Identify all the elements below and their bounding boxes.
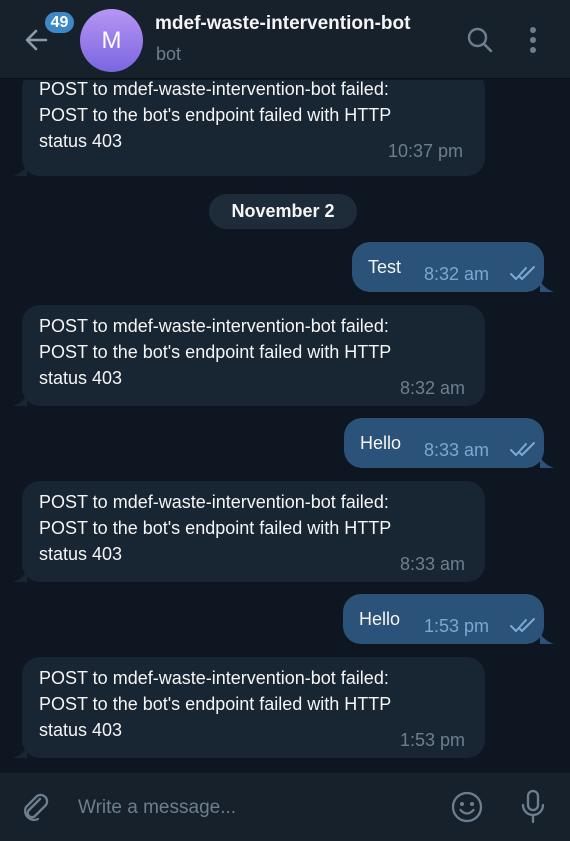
bubble-tail — [540, 280, 554, 292]
bubble-tail — [13, 164, 27, 176]
chat-subtitle: bot — [156, 44, 182, 64]
message-text: POST to mdef-waste-intervention-bot fail… — [39, 492, 392, 564]
message-time: 1:53 pm — [400, 730, 466, 750]
bubble-tail — [13, 394, 27, 406]
message-time: 8:33 am — [400, 554, 466, 574]
message-text: POST to mdef-waste-intervention-bot fail… — [39, 316, 392, 388]
outgoing-message[interactable]: Test 8:32 am — [352, 242, 544, 292]
emoji-icon — [451, 791, 483, 823]
message-text: Hello — [360, 433, 402, 453]
unread-count-badge: 49 — [43, 10, 76, 35]
bubble-tail — [540, 456, 554, 468]
message-input[interactable] — [78, 791, 438, 825]
outgoing-message[interactable]: Hello 8:33 am — [344, 418, 544, 468]
bubble-tail — [13, 746, 27, 758]
double-check-icon — [510, 266, 535, 280]
message-composer — [0, 773, 570, 841]
paperclip-icon — [24, 793, 49, 821]
double-check-icon — [510, 442, 535, 456]
message-time: 8:32 am — [424, 264, 490, 284]
incoming-message[interactable]: POST to mdef-waste-intervention-bot fail… — [22, 80, 485, 176]
more-options-button[interactable] — [522, 24, 544, 56]
message-text: POST to mdef-waste-intervention-bot fail… — [39, 668, 392, 740]
message-time: 1:53 pm — [424, 616, 490, 636]
outgoing-message[interactable]: Hello 1:53 pm — [343, 594, 544, 644]
more-vertical-icon — [530, 27, 536, 53]
message-time: 8:33 am — [424, 440, 490, 460]
message-text: Test — [368, 257, 402, 277]
emoji-button[interactable] — [450, 790, 484, 824]
double-check-icon — [510, 618, 535, 632]
message-time: 10:37 pm — [388, 141, 464, 161]
voice-message-button[interactable] — [519, 789, 547, 825]
date-divider: November 2 — [209, 194, 357, 229]
chat-title[interactable]: mdef-waste-intervention-bot — [155, 13, 410, 35]
attach-button[interactable] — [20, 791, 52, 823]
bubble-tail — [540, 632, 554, 644]
bubble-tail — [13, 570, 27, 582]
chat-avatar[interactable]: M — [80, 9, 143, 72]
message-text: Hello — [359, 609, 401, 629]
microphone-icon — [521, 789, 545, 824]
incoming-message[interactable]: POST to mdef-waste-intervention-bot fail… — [22, 305, 485, 406]
search-button[interactable] — [466, 26, 494, 54]
incoming-message[interactable]: POST to mdef-waste-intervention-bot fail… — [22, 657, 485, 758]
message-list[interactable]: POST to mdef-waste-intervention-bot fail… — [0, 80, 570, 773]
chat-header: 49 M mdef-waste-intervention-bot bot — [0, 0, 570, 79]
search-icon — [467, 27, 493, 53]
incoming-message[interactable]: POST to mdef-waste-intervention-bot fail… — [22, 481, 485, 582]
message-time: 8:32 am — [400, 378, 466, 398]
message-text: POST to mdef-waste-intervention-bot fail… — [39, 80, 392, 151]
